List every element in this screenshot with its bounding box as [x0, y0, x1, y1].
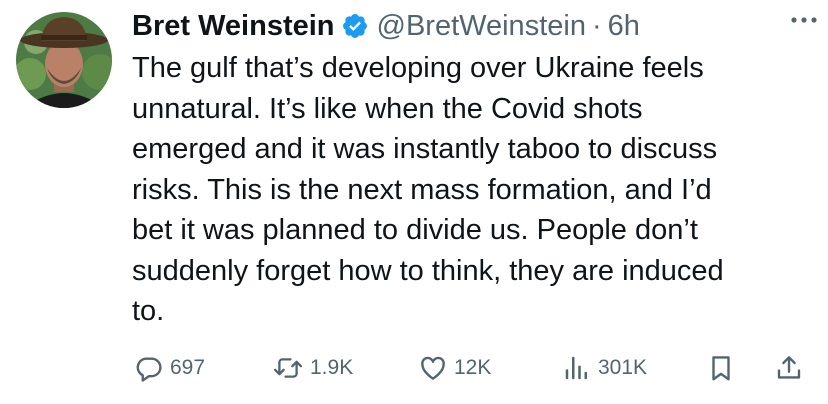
views-icon: [562, 353, 592, 383]
views-count: 301K: [598, 356, 648, 379]
bookmark-icon: [706, 353, 736, 383]
tweet-text: The gulf that’s developing over Ukraine …: [132, 52, 724, 327]
tweet-header: Bret Weinstein @BretWeinstein · 6h: [132, 6, 814, 46]
share-button[interactable]: [774, 344, 804, 392]
reply-icon: [134, 353, 164, 383]
reply-button[interactable]: 697: [134, 344, 205, 392]
tweet: Bret Weinstein @BretWeinstein · 6h The g…: [0, 0, 828, 404]
repost-count: 1.9K: [310, 356, 354, 379]
repost-icon: [272, 353, 304, 383]
author-handle[interactable]: @BretWeinstein: [377, 10, 586, 43]
repost-button[interactable]: 1.9K: [272, 344, 353, 392]
like-button[interactable]: 12K: [418, 344, 491, 392]
avatar[interactable]: [16, 12, 112, 108]
verified-badge-icon: [341, 12, 369, 40]
like-count: 12K: [454, 356, 492, 379]
action-bar: 697 1.9K 12K 301K: [132, 344, 812, 392]
reply-count: 697: [170, 356, 206, 379]
like-icon: [418, 353, 448, 383]
bookmark-button[interactable]: [706, 344, 736, 392]
separator-dot: ·: [591, 9, 602, 42]
more-icon[interactable]: [786, 2, 822, 38]
timestamp[interactable]: 6h: [608, 10, 640, 43]
share-icon: [774, 353, 804, 383]
author-name[interactable]: Bret Weinstein: [132, 10, 335, 43]
views-button[interactable]: 301K: [562, 344, 647, 392]
